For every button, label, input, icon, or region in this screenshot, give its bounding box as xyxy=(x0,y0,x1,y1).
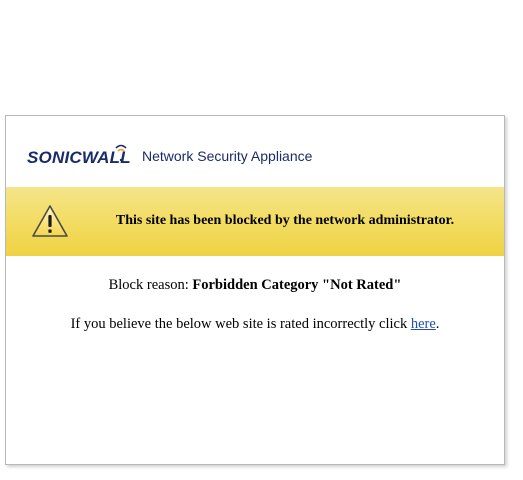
product-title: Network Security Appliance xyxy=(142,148,313,164)
report-incorrect-rating: If you believe the below web site is rat… xyxy=(6,316,504,333)
block-page-panel: SONICWALL Network Security Appliance Thi… xyxy=(5,115,505,465)
blocked-message: This site has been blocked by the networ… xyxy=(115,213,455,228)
header: SONICWALL Network Security Appliance xyxy=(6,116,504,186)
block-reason-value: Forbidden Category "Not Rated" xyxy=(192,277,402,293)
report-text: If you believe the below web site is rat… xyxy=(70,316,411,332)
block-reason-label: Block reason: xyxy=(108,277,193,293)
block-reason: Block reason: Forbidden Category "Not Ra… xyxy=(6,277,504,294)
logo-signal-arcs-icon xyxy=(115,144,127,162)
report-here-link[interactable]: here xyxy=(411,316,436,332)
alert-banner: This site has been blocked by the networ… xyxy=(6,187,504,256)
report-text-end: . xyxy=(435,316,440,332)
